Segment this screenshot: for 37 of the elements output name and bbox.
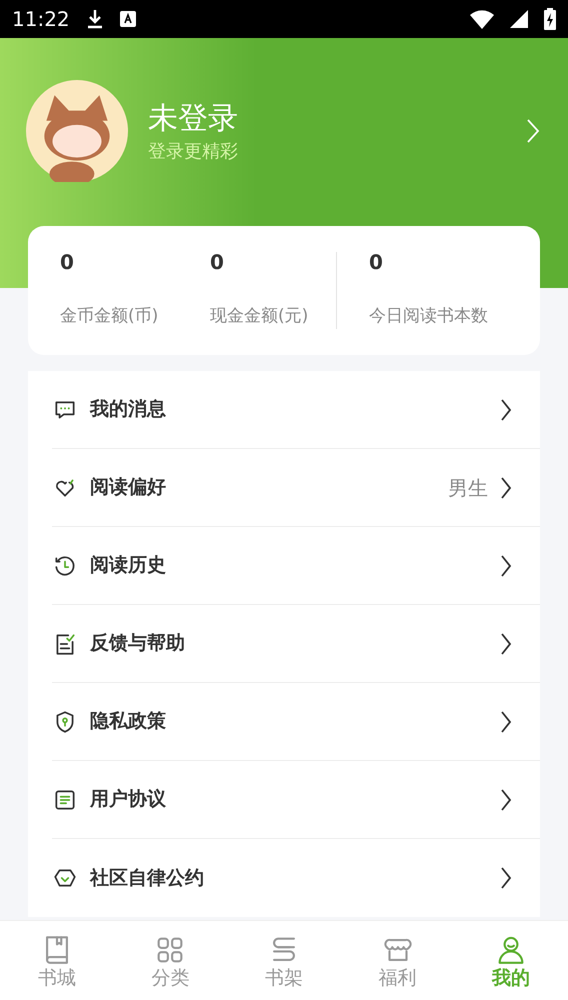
menu-label: 阅读偏好 [90, 475, 167, 500]
status-time: 11:22 [12, 6, 70, 33]
chevron-right-icon[interactable] [526, 118, 540, 144]
stat-label: 现金金额(元) [210, 304, 310, 328]
stat-label: 今日阅读书本数 [369, 304, 488, 328]
download-icon [86, 9, 104, 29]
login-hint: 登录更精彩 [148, 140, 238, 164]
menu-item[interactable]: 阅读偏好 男生 [52, 449, 540, 527]
stat-value: 0 [369, 252, 384, 272]
chevron-right-icon [500, 710, 512, 734]
login-status: 未登录 [148, 100, 238, 138]
menu-item[interactable]: 阅读历史 [52, 527, 540, 605]
chevron-right-icon [500, 554, 512, 578]
menu-item[interactable]: 我的消息 [52, 371, 540, 449]
chevron-right-icon [500, 476, 512, 500]
stat-label: 金币金额(币) [60, 304, 160, 328]
wifi-icon [470, 9, 494, 29]
stat-value: 0 [60, 252, 75, 272]
battery-icon [544, 8, 556, 30]
menu-value: 男生 [448, 474, 488, 502]
chevron-right-icon [500, 632, 512, 656]
chevron-right-icon [500, 398, 512, 422]
chevron-right-icon [500, 866, 512, 890]
menu-item[interactable]: 用户协议 [52, 761, 540, 839]
menu-label: 我的消息 [90, 397, 167, 422]
stat-value: 0 [210, 252, 225, 272]
menu-item[interactable]: 反馈与帮助 [52, 605, 540, 683]
menu-label: 用户协议 [90, 787, 167, 812]
menu-label: 社区自律公约 [90, 866, 205, 891]
menu-item[interactable]: 隐私政策 [52, 683, 540, 761]
menu-label: 隐私政策 [90, 709, 167, 734]
menu-item[interactable]: 社区自律公约 [52, 839, 540, 917]
menu-label: 反馈与帮助 [90, 631, 186, 656]
signal-icon [510, 10, 528, 28]
chevron-right-icon [500, 788, 512, 812]
menu-label: 阅读历史 [90, 553, 167, 578]
keyboard-app-icon [120, 11, 136, 27]
